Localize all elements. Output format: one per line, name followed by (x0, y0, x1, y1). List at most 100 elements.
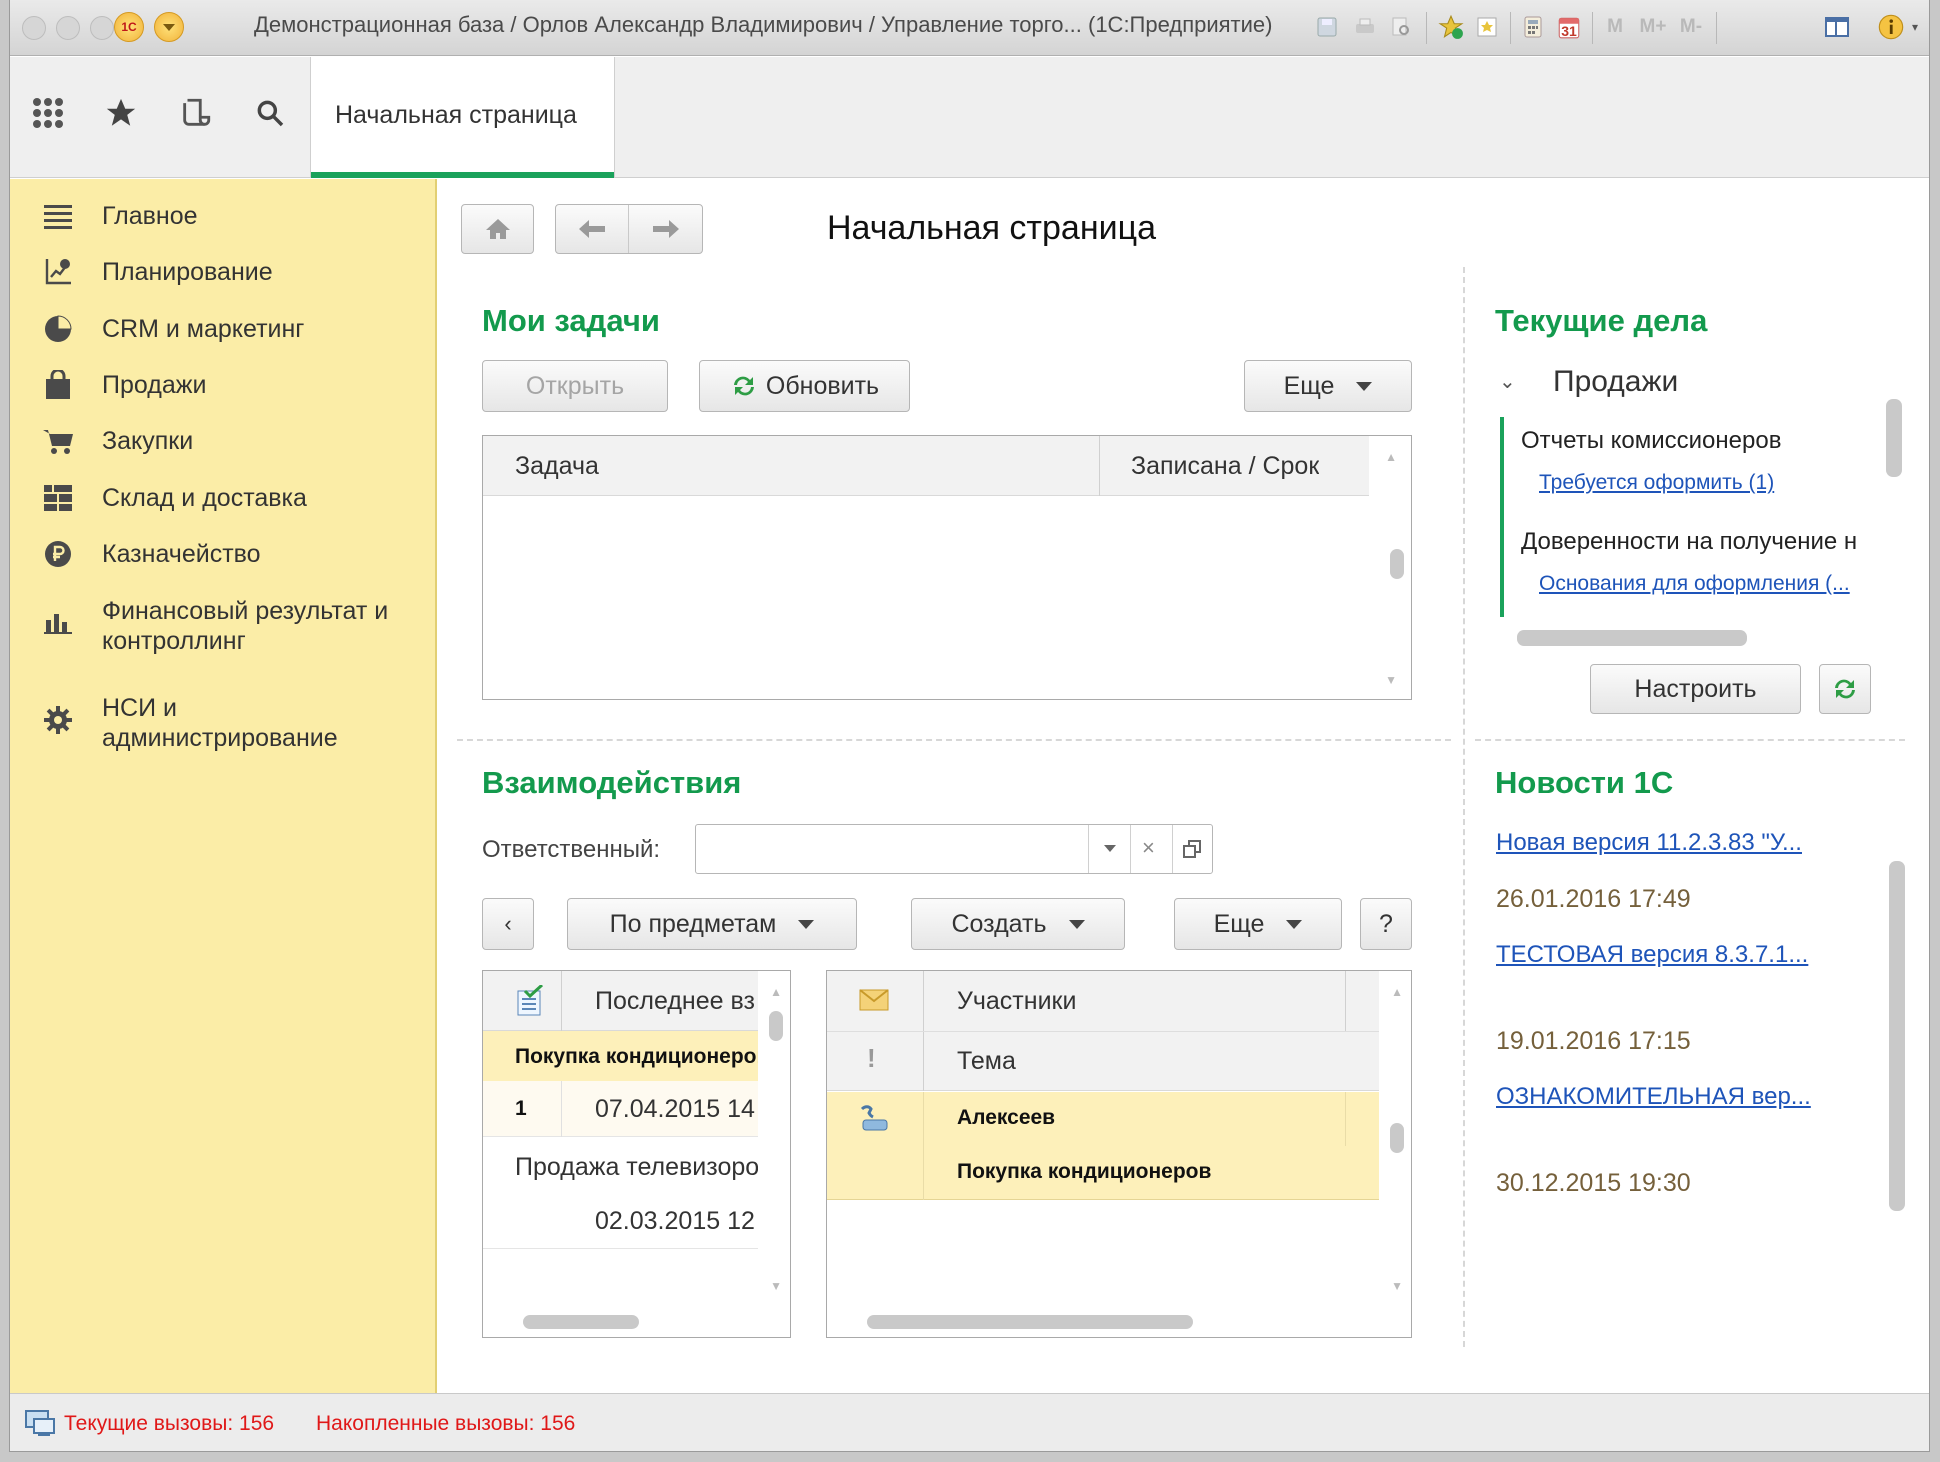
search-icon[interactable] (240, 83, 300, 143)
collapse-chevron-icon[interactable]: ⌄ (1499, 369, 1516, 394)
sidebar-item-treasury[interactable]: Казначейство (10, 529, 437, 579)
subjects-table-header: Последнее вз (483, 971, 758, 1031)
info-icon[interactable] (1876, 12, 1906, 42)
tasks-table: Задача Записана / Срок ▲ ▼ (482, 435, 1412, 700)
importance-icon: ! (867, 1043, 876, 1073)
section-divider (457, 739, 1451, 741)
news-link[interactable]: ОЗНАКОМИТЕЛЬНАЯ вер... (1496, 1083, 1811, 1111)
current-item-link[interactable]: Основания для оформления (... (1539, 572, 1850, 596)
column-header-task[interactable]: Задача (515, 452, 599, 481)
window-minimize-button[interactable] (56, 16, 80, 40)
sidebar-item-main[interactable]: Главное (10, 191, 437, 241)
interactions-vertical-scrollbar[interactable] (1390, 1123, 1404, 1153)
subjects-vertical-scrollbar[interactable] (769, 1011, 783, 1041)
help-button[interactable]: ? (1360, 898, 1412, 950)
panels-icon[interactable] (1822, 12, 1852, 42)
clear-icon[interactable]: × (1142, 835, 1155, 861)
current-refresh-button[interactable] (1819, 664, 1871, 714)
column-header-recorded-due[interactable]: Записана / Срок (1131, 452, 1319, 481)
sidebar-item-planning[interactable]: Планирование (10, 247, 437, 297)
print-icon[interactable] (1350, 12, 1380, 42)
sidebar-item-financial-result[interactable]: Финансовый результат и контроллинг (10, 586, 437, 661)
scroll-down-arrow-icon[interactable]: ▼ (770, 1279, 782, 1293)
dropdown-arrow-icon[interactable] (1104, 845, 1116, 852)
create-button[interactable]: Создать (911, 898, 1125, 950)
m-minus-icon[interactable]: M- (1674, 12, 1708, 42)
sidebar-item-crm[interactable]: CRM и маркетинг (10, 304, 437, 354)
column-divider (1463, 267, 1465, 1347)
column-header-subject[interactable]: Тема (957, 1047, 1016, 1076)
scroll-up-arrow-icon[interactable]: ▲ (770, 985, 782, 999)
table-row[interactable]: Покупка кондиционеров (483, 1031, 758, 1081)
current-affairs-group-sales[interactable]: Продажи (1553, 365, 1678, 399)
main-menu-icon[interactable] (154, 12, 184, 42)
window-title: Демонстрационная база / Орлов Александр … (254, 12, 1273, 37)
sidebar-item-admin[interactable]: НСИ и администрирование (10, 683, 437, 758)
apps-grid-icon[interactable] (18, 83, 78, 143)
sidebar-item-label: CRM и маркетинг (102, 315, 305, 343)
subjects-horizontal-scrollbar[interactable] (523, 1315, 639, 1329)
current-item-title: Отчеты комиссионеров (1521, 427, 1782, 454)
add-favorite-icon[interactable] (1436, 12, 1466, 42)
refresh-icon (733, 376, 754, 396)
open-value-icon[interactable] (1182, 839, 1202, 864)
info-dropdown-icon[interactable]: ▾ (1906, 12, 1924, 42)
window-close-button[interactable] (22, 16, 46, 40)
pie-chart-icon (40, 312, 76, 346)
scroll-down-arrow-icon[interactable]: ▼ (1385, 673, 1397, 687)
refresh-button[interactable]: Обновить (699, 360, 910, 412)
news-date: 26.01.2016 17:49 (1496, 885, 1691, 913)
current-affairs-heading: Текущие дела (1495, 303, 1708, 338)
section-divider (1475, 739, 1905, 741)
news-link[interactable]: Новая версия 11.2.3.83 "У... (1496, 829, 1802, 857)
tab-home-page[interactable]: Начальная страница (310, 57, 615, 178)
history-icon[interactable] (166, 83, 226, 143)
sidebar-item-purchases[interactable]: Закупки (10, 416, 437, 466)
current-item-link[interactable]: Требуется оформить (1) (1539, 471, 1774, 495)
column-header-last-interaction[interactable]: Последнее вз (595, 987, 755, 1016)
1c-logo-icon[interactable]: 1С (114, 12, 144, 42)
responsible-field[interactable]: × (695, 824, 1213, 874)
window-zoom-button[interactable] (90, 16, 114, 40)
table-row[interactable]: Алексеев Покупка кондиционеров (827, 1092, 1379, 1200)
news-vertical-scrollbar[interactable] (1889, 861, 1905, 1211)
print-preview-icon[interactable] (1386, 12, 1416, 42)
performance-monitor-icon[interactable] (24, 1408, 56, 1443)
home-button[interactable] (461, 204, 534, 254)
arrow-right-icon (653, 220, 680, 238)
sections-sidebar: Главное Планирование CRM и маркетинг Про… (10, 179, 437, 1393)
current-affairs-horizontal-scrollbar[interactable] (1517, 630, 1747, 646)
news-link[interactable]: ТЕСТОВАЯ версия 8.3.7.1... (1496, 941, 1808, 969)
news-date: 30.12.2015 19:30 (1496, 1169, 1691, 1197)
setup-button[interactable]: Настроить (1590, 664, 1801, 714)
sidebar-item-warehouse[interactable]: Склад и доставка (10, 473, 437, 523)
current-affairs-vertical-scrollbar[interactable] (1886, 399, 1902, 477)
scroll-up-arrow-icon[interactable]: ▲ (1391, 985, 1403, 999)
scroll-up-arrow-icon[interactable]: ▲ (1385, 450, 1397, 464)
m-plus-icon[interactable]: M+ (1636, 12, 1670, 42)
table-row[interactable]: 1 07.04.2015 14 (483, 1081, 758, 1137)
bar-chart-icon (40, 604, 76, 638)
calendar-icon[interactable]: 31 (1554, 12, 1584, 42)
app-window: 1С Демонстрационная база / Орлов Алексан… (9, 0, 1930, 1452)
scroll-down-arrow-icon[interactable]: ▼ (1391, 1279, 1403, 1293)
tasks-more-button[interactable]: Еще (1244, 360, 1412, 412)
interactions-more-button[interactable]: Еще (1174, 898, 1342, 950)
collapse-left-button[interactable]: ‹ (482, 898, 534, 950)
interactions-horizontal-scrollbar[interactable] (867, 1315, 1193, 1329)
star-icon[interactable] (91, 83, 151, 143)
open-button[interactable]: Открыть (482, 360, 668, 412)
calculator-icon[interactable] (1518, 12, 1548, 42)
m-icon[interactable]: M (1600, 12, 1630, 42)
tasks-vertical-scrollbar[interactable] (1390, 549, 1404, 579)
interactions-heading: Взаимодействия (482, 765, 742, 800)
forward-button[interactable] (631, 218, 701, 240)
gear-icon (40, 703, 76, 737)
column-header-participants[interactable]: Участники (957, 987, 1076, 1016)
back-button[interactable] (557, 218, 627, 240)
save-icon[interactable] (1312, 12, 1342, 42)
by-subject-button[interactable]: По предметам (567, 898, 857, 950)
sidebar-item-sales[interactable]: Продажи (10, 360, 437, 410)
favorites-icon[interactable] (1472, 12, 1502, 42)
table-row[interactable]: Продажа телевизоров 02.03.2015 12 (483, 1137, 758, 1249)
